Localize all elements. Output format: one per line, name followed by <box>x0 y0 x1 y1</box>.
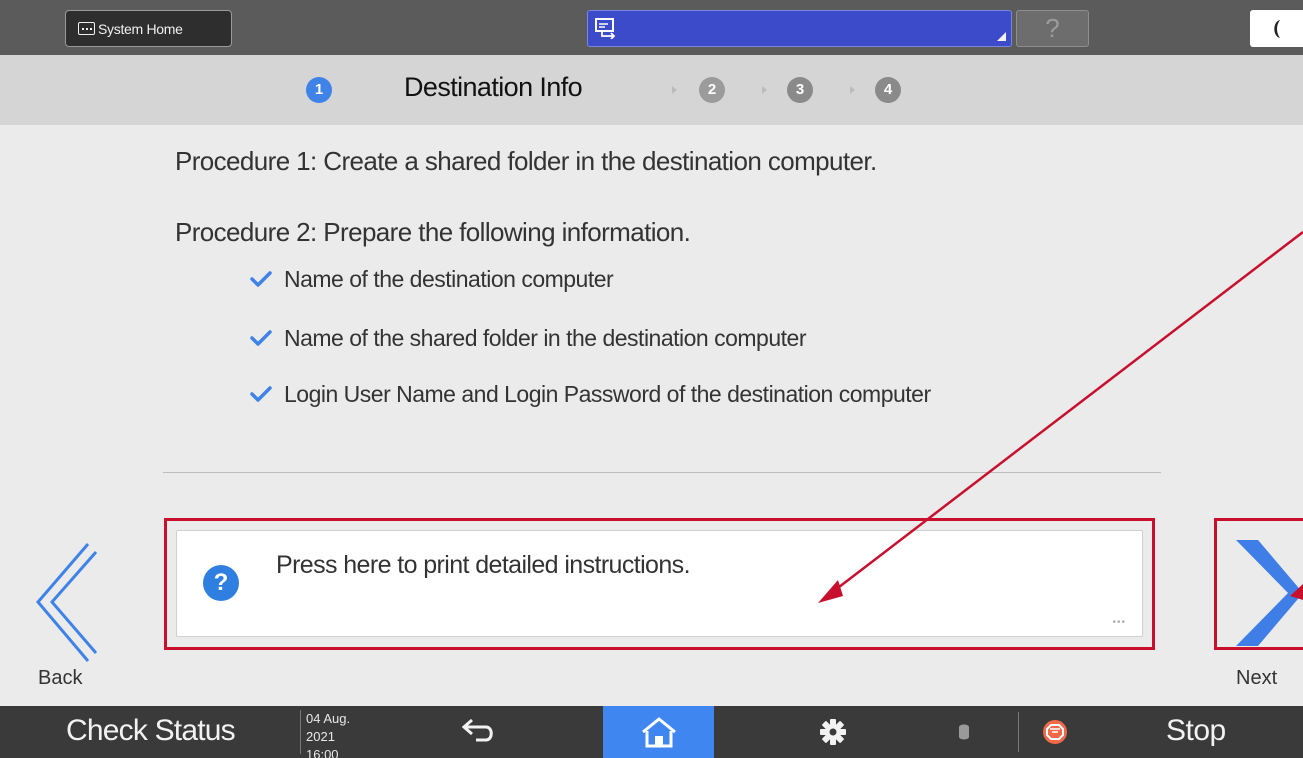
checkmark-icon <box>250 271 272 287</box>
divider <box>163 472 1161 473</box>
step-separator-icon <box>672 86 677 94</box>
divider <box>1018 712 1019 752</box>
step-1-badge: 1 <box>306 77 332 103</box>
next-button[interactable] <box>1226 538 1303 648</box>
checklist-item-label: Name of the destination computer <box>284 265 614 292</box>
resize-corner-icon <box>997 32 1006 41</box>
next-label: Next <box>1236 667 1278 689</box>
checklist-item: Name of the shared folder in the destina… <box>250 323 807 353</box>
print-instructions-button[interactable]: ? Press here to print detailed instructi… <box>176 530 1143 637</box>
undo-arrow-icon[interactable] <box>462 716 498 746</box>
stop-button[interactable]: Stop <box>1166 714 1226 748</box>
checkmark-icon <box>250 386 272 402</box>
step-title: Destination Info <box>404 72 583 102</box>
scan-to-folder-icon <box>595 18 616 39</box>
print-instructions-label: Press here to print detailed instruction… <box>276 551 691 579</box>
home-icon <box>641 717 676 748</box>
highlight-frame: ? Press here to print detailed instructi… <box>164 518 1155 650</box>
more-icon: ••• <box>1112 617 1126 628</box>
step-4-badge: 4 <box>875 77 901 103</box>
step-2-badge: 2 <box>699 77 725 103</box>
checklist-item: Login User Name and Login Password of th… <box>250 379 931 409</box>
checklist-item: Name of the destination computer <box>250 264 614 294</box>
system-home-label: System Home <box>98 20 183 37</box>
question-icon: ? <box>203 565 239 601</box>
step-separator-icon <box>850 86 855 94</box>
back-label: Back <box>38 667 83 689</box>
energy-saver-button[interactable] <box>1250 10 1303 47</box>
time-text: 16:00 <box>306 747 339 758</box>
chevron-left-icon <box>36 543 98 662</box>
back-button[interactable] <box>30 540 100 665</box>
home-button[interactable] <box>603 706 714 758</box>
checklist-item-label: Name of the shared folder in the destina… <box>284 324 807 351</box>
procedure-2-text: Procedure 2: Prepare the following infor… <box>175 217 691 247</box>
date-text: 04 Aug. 2021 <box>306 711 351 744</box>
step-indicator: 1 Destination Info 2 3 4 <box>0 55 1303 125</box>
system-home-button[interactable]: System Home <box>65 10 232 47</box>
storage-icon <box>959 724 969 740</box>
app-grid-icon <box>78 22 95 35</box>
procedure-1-text: Procedure 1: Create a shared folder in t… <box>175 146 877 176</box>
help-button[interactable]: ? <box>1016 10 1089 47</box>
step-3-badge: 3 <box>787 77 813 103</box>
stop-icon[interactable] <box>1043 720 1067 744</box>
date-time: 04 Aug. 2021 16:00 <box>300 710 370 758</box>
chevron-right-icon <box>1236 540 1303 646</box>
bottom-bar: Check Status 04 Aug. 2021 16:00 Stop <box>0 706 1303 758</box>
checklist-item-label: Login User Name and Login Password of th… <box>284 380 931 407</box>
checkmark-icon <box>250 330 272 346</box>
moon-icon <box>1274 20 1280 38</box>
app-selector[interactable] <box>587 10 1012 47</box>
step-separator-icon <box>762 86 767 94</box>
top-bar: System Home ? <box>0 0 1303 55</box>
check-status-button[interactable]: Check Status <box>66 714 236 748</box>
gear-icon[interactable] <box>820 719 846 745</box>
